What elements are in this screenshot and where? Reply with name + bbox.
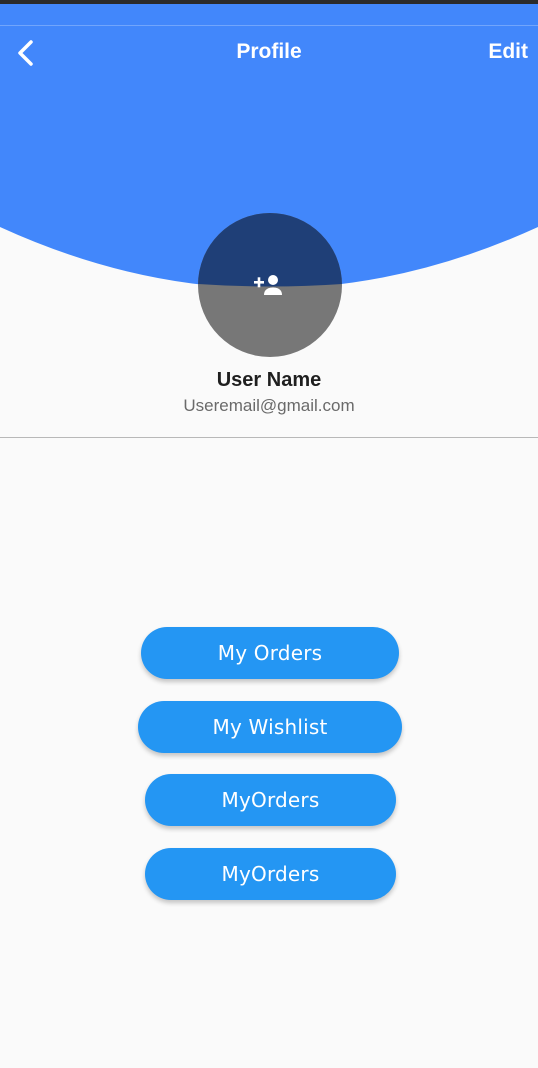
divider xyxy=(0,437,538,438)
back-button[interactable] xyxy=(8,34,44,70)
myorders-button-1[interactable]: MyOrders xyxy=(145,774,396,826)
avatar[interactable] xyxy=(198,213,342,357)
edit-button[interactable]: Edit xyxy=(488,26,528,78)
add-person-icon xyxy=(254,275,282,295)
status-bar xyxy=(0,0,538,4)
chevron-left-icon xyxy=(18,40,33,66)
my-orders-button[interactable]: My Orders xyxy=(141,627,399,679)
app-bar: Profile Edit xyxy=(0,26,538,78)
user-name: User Name xyxy=(216,369,322,391)
myorders-button-2[interactable]: MyOrders xyxy=(145,848,396,900)
user-email: Useremail@gmail.com xyxy=(183,396,355,415)
my-wishlist-button[interactable]: My Wishlist xyxy=(138,701,402,753)
page-title: Profile xyxy=(236,40,302,63)
